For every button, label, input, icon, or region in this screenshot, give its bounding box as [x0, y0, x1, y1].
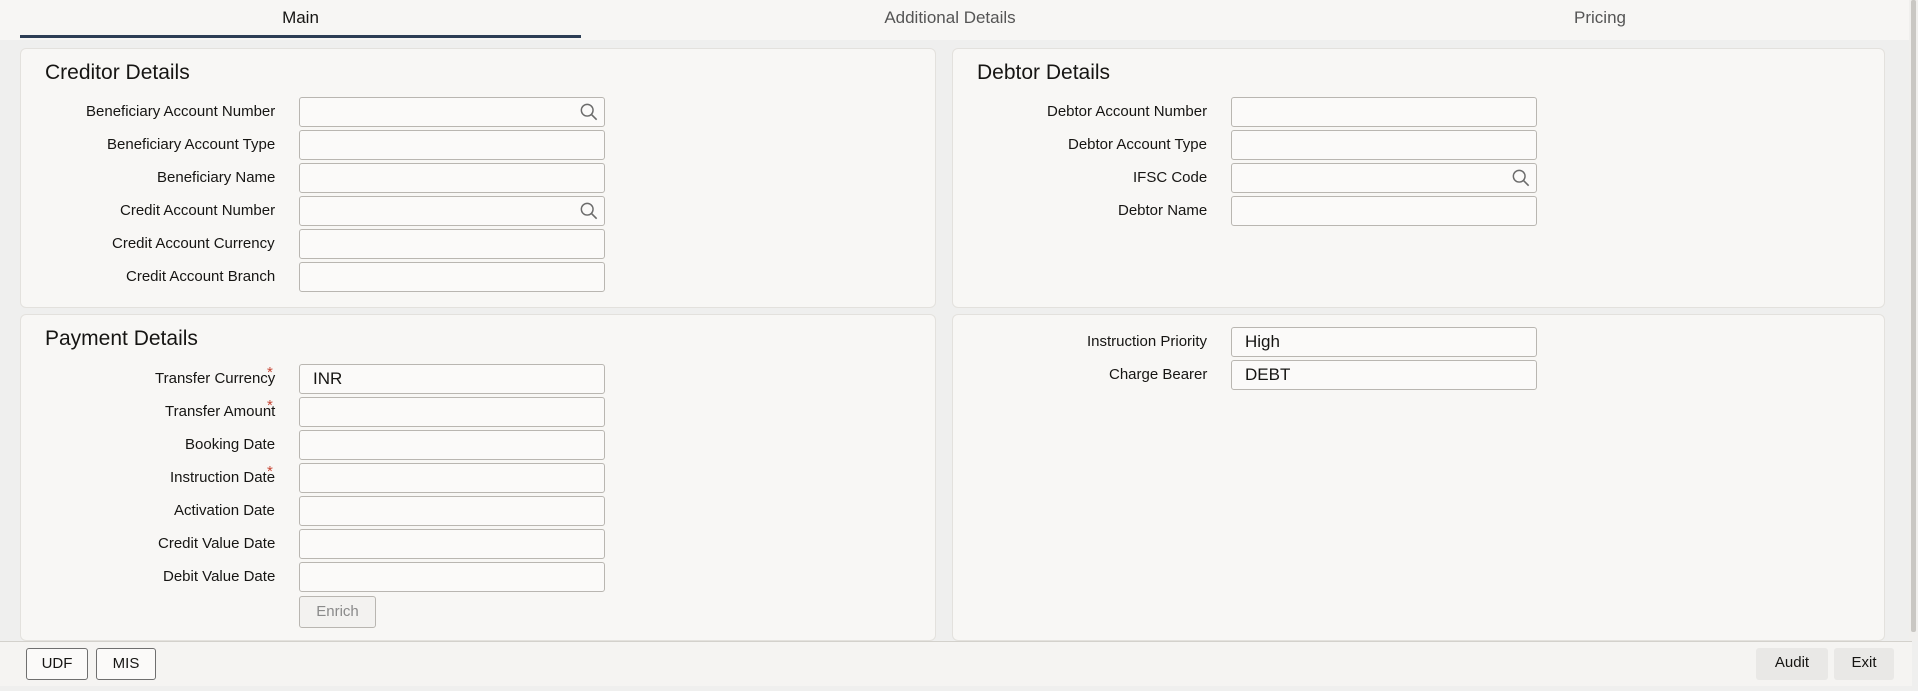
tab-additional-details[interactable]: Additional Details [800, 0, 1100, 38]
audit-button[interactable]: Audit [1756, 648, 1828, 680]
charge-bearer-input[interactable]: DEBT [1231, 360, 1537, 390]
field-label: Instruction Date [170, 469, 276, 486]
activation-date-input[interactable] [299, 496, 605, 526]
field-label: Debtor Account Type [1068, 136, 1207, 153]
scrollbar-thumb[interactable] [1911, 0, 1916, 632]
debtor-details-title: Debtor Details [977, 61, 1111, 84]
field-label: Debit Value Date [163, 568, 276, 585]
debtor-account-number-input[interactable] [1231, 97, 1537, 127]
footer-bar: UDF MIS Audit Exit [0, 641, 1912, 686]
instruction-date-input[interactable] [299, 463, 605, 493]
field-label: Beneficiary Account Number [86, 103, 276, 120]
field-label: Beneficiary Account Type [107, 136, 276, 153]
instruction-priority-input[interactable]: High [1231, 327, 1537, 357]
field-label: Charge Bearer [1109, 366, 1208, 383]
field-label: Credit Value Date [158, 535, 276, 552]
payment-details-panel: Payment Details Transfer Currency * INR … [20, 314, 936, 641]
credit-account-number-input[interactable] [299, 196, 605, 226]
tab-pricing[interactable]: Pricing [1450, 0, 1750, 38]
field-label: Credit Account Currency [112, 235, 275, 252]
field-label: Transfer Currency [155, 370, 276, 387]
field-label: Credit Account Number [120, 202, 276, 219]
udf-button[interactable]: UDF [26, 648, 88, 680]
field-label: Debtor Name [1118, 202, 1208, 219]
debtor-account-type-input[interactable] [1231, 130, 1537, 160]
field-label: Debtor Account Number [1047, 103, 1208, 120]
field-value: INR [313, 369, 343, 388]
field-label: Beneficiary Name [157, 169, 276, 186]
credit-value-date-input[interactable] [299, 529, 605, 559]
credit-account-currency-input[interactable] [299, 229, 605, 259]
field-label: Booking Date [185, 436, 276, 453]
field-value: High [1245, 332, 1280, 351]
beneficiary-account-number-input[interactable] [299, 97, 605, 127]
field-label: Activation Date [174, 502, 275, 519]
search-icon[interactable] [1512, 169, 1530, 187]
field-label: Transfer Amount [165, 403, 276, 420]
ifsc-code-input[interactable] [1231, 163, 1537, 193]
beneficiary-account-type-input[interactable] [299, 130, 605, 160]
credit-account-branch-input[interactable] [299, 262, 605, 292]
exit-button[interactable]: Exit [1834, 648, 1894, 680]
search-icon[interactable] [580, 103, 598, 121]
debtor-details-panel: Debtor Details Debtor Account Number Deb… [952, 48, 1885, 308]
booking-date-input[interactable] [299, 430, 605, 460]
payment-details-title: Payment Details [45, 327, 198, 350]
tab-main[interactable]: Main [20, 0, 581, 38]
search-icon[interactable] [580, 202, 598, 220]
instruction-panel: Instruction Priority High Charge Bearer … [952, 314, 1885, 641]
enrich-button[interactable]: Enrich [299, 596, 376, 628]
tab-bar: Main Additional Details Pricing [0, 0, 1912, 40]
required-marker: * [267, 364, 273, 381]
transfer-currency-input[interactable]: INR [299, 364, 605, 394]
creditor-details-title: Creditor Details [45, 61, 190, 84]
transfer-amount-input[interactable] [299, 397, 605, 427]
creditor-details-panel: Creditor Details Beneficiary Account Num… [20, 48, 936, 308]
required-marker: * [267, 397, 273, 414]
debit-value-date-input[interactable] [299, 562, 605, 592]
required-marker: * [267, 463, 273, 480]
field-label: Credit Account Branch [126, 268, 276, 285]
beneficiary-name-input[interactable] [299, 163, 605, 193]
field-label: IFSC Code [1133, 169, 1208, 186]
debtor-name-input[interactable] [1231, 196, 1537, 226]
mis-button[interactable]: MIS [96, 648, 156, 680]
field-value: DEBT [1245, 365, 1291, 384]
field-label: Instruction Priority [1087, 333, 1208, 350]
